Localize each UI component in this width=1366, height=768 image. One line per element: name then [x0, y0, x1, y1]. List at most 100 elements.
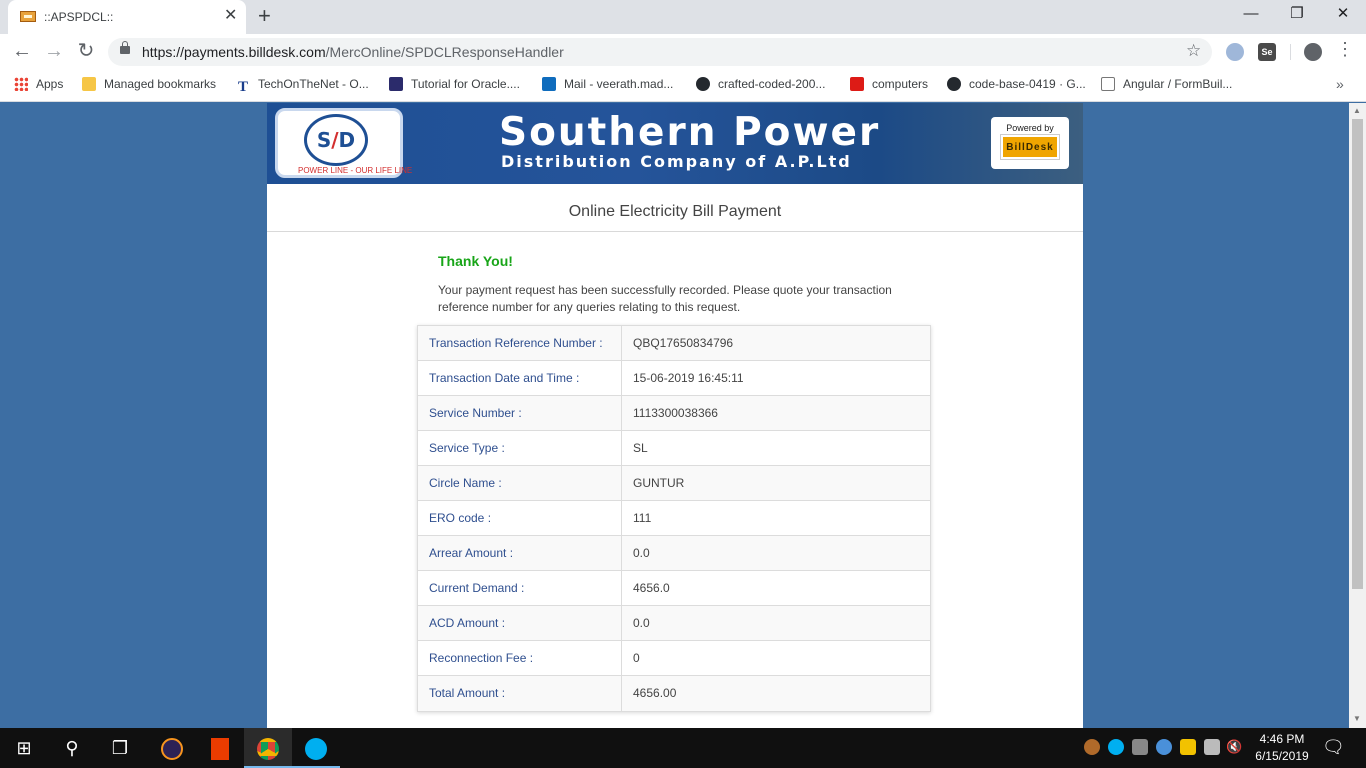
clock-date: 6/15/2019	[1255, 749, 1309, 763]
bookmark-label: Apps	[36, 77, 64, 91]
row-value: 111	[633, 511, 652, 525]
page-scrollbar[interactable]: ▲ ▼	[1349, 103, 1366, 728]
page-title: Online Electricity Bill Payment	[267, 184, 1083, 232]
row-label: ERO code :	[418, 501, 622, 535]
back-arrow-icon[interactable]: ←	[10, 40, 34, 62]
table-row: Transaction Date and Time : 15-06-2019 16…	[418, 361, 930, 396]
row-label: Reconnection Fee :	[418, 641, 622, 675]
table-row: Service Number : 1113300038366	[418, 396, 930, 431]
payment-page: S/D POWER LINE - OUR LIFE LINE Southern …	[267, 103, 1083, 728]
thank-you-heading: Thank You!	[438, 253, 513, 269]
windows-start-icon[interactable]: ⊞	[0, 728, 48, 768]
bookmark-managed[interactable]: Managed bookmarks	[82, 70, 216, 102]
table-row: Service Type : SL	[418, 431, 930, 466]
tray-app-icon[interactable]	[1084, 739, 1100, 755]
play-icon	[389, 77, 403, 91]
confirmation-message: Your payment request has been successful…	[438, 283, 892, 314]
selenium-extension-icon[interactable]: Se	[1258, 43, 1276, 61]
extension-icon[interactable]	[1226, 43, 1244, 61]
browser-toolbar: ← → ↻ https://payments.billdesk.com/Merc…	[0, 34, 1366, 70]
bookmark-angular-formbuilder[interactable]: Angular / FormBuil...	[1101, 70, 1232, 102]
techonthenet-icon: T	[237, 79, 248, 95]
url-host: https://payments.billdesk.com	[142, 44, 326, 60]
bookmark-apps[interactable]: Apps	[14, 70, 63, 102]
onedrive-icon[interactable]	[1132, 739, 1148, 755]
more-bookmarks-icon[interactable]: »	[1336, 76, 1344, 92]
chrome-app-icon[interactable]	[244, 728, 292, 768]
globe-icon[interactable]	[1156, 739, 1172, 755]
tab-title: ::APSPDCL::	[44, 10, 114, 24]
table-row: Transaction Reference Number : QBQ1765083…	[418, 326, 930, 361]
lock-icon	[120, 41, 130, 54]
github-icon	[947, 77, 961, 91]
row-label: Current Demand :	[418, 571, 622, 605]
table-row: ERO code : 111	[418, 501, 930, 536]
bookmark-label: TechOnTheNet - O...	[258, 77, 369, 91]
apspdcl-banner: S/D POWER LINE - OUR LIFE LINE Southern …	[267, 103, 1083, 184]
bookmarks-bar: Apps Managed bookmarks T TechOnTheNet - O…	[0, 70, 1366, 102]
bookmark-label: Managed bookmarks	[104, 77, 217, 91]
bookmark-label: Mail - veerath.mad...	[564, 77, 674, 91]
bookmark-mail[interactable]: Mail - veerath.mad...	[542, 70, 673, 102]
tab-close-icon[interactable]: ✕	[224, 7, 237, 25]
row-value: QBQ17650834796	[633, 336, 734, 350]
new-tab-button[interactable]: +	[258, 4, 271, 28]
row-label: Service Type :	[418, 431, 622, 465]
bookmark-crafted-coded[interactable]: crafted-coded-200...	[696, 70, 825, 102]
eclipse-app-icon[interactable]	[148, 728, 196, 768]
skype-tray-icon[interactable]	[1108, 739, 1124, 755]
logo-tagline: POWER LINE - OUR LIFE LINE	[298, 166, 413, 175]
window-close-icon[interactable]: ✕	[1320, 4, 1366, 24]
scrollbar-thumb[interactable]	[1352, 119, 1363, 589]
row-label: Transaction Reference Number :	[418, 326, 622, 360]
row-label: Total Amount :	[418, 676, 622, 711]
scroll-down-icon[interactable]: ▼	[1353, 714, 1361, 723]
minimize-icon[interactable]: —	[1228, 4, 1274, 24]
logo-emblem-icon: S/D	[304, 114, 368, 166]
bookmark-label: code-base-0419 · G...	[969, 77, 1086, 91]
volume-muted-icon[interactable]: 🔇	[1226, 739, 1242, 755]
bookmark-label: crafted-coded-200...	[718, 77, 826, 91]
skype-app-icon[interactable]	[292, 728, 340, 768]
search-icon[interactable]: ⚲	[48, 728, 96, 768]
profile-avatar-icon[interactable]	[1304, 43, 1322, 61]
site-favicon-icon	[20, 11, 36, 22]
network-icon[interactable]	[1204, 739, 1220, 755]
bookmark-label: Tutorial for Oracle....	[411, 77, 520, 91]
powered-by-label: Powered by	[1006, 123, 1054, 133]
bookmark-computers[interactable]: computers	[850, 70, 928, 102]
row-value: 4656.0	[633, 581, 670, 595]
folder-icon	[82, 77, 96, 91]
windows-taskbar: ⊞ ⚲ ❐ 🔇 4:46 PM 6/15/2019 🗨	[0, 728, 1366, 768]
browser-tab[interactable]: ::APSPDCL:: ✕	[8, 0, 246, 34]
row-value: SL	[633, 441, 648, 455]
url-text[interactable]: https://payments.billdesk.com/MercOnline…	[142, 44, 564, 60]
logo-letters: S/D	[317, 128, 355, 152]
row-label: Transaction Date and Time :	[418, 361, 622, 395]
bookmark-code-base[interactable]: code-base-0419 · G...	[947, 70, 1086, 102]
spdcl-logo: S/D POWER LINE - OUR LIFE LINE	[275, 108, 412, 178]
bookmark-techonthenet[interactable]: T TechOnTheNet - O...	[236, 70, 369, 102]
table-row: Arrear Amount : 0.0	[418, 536, 930, 571]
address-bar[interactable]: https://payments.billdesk.com/MercOnline…	[108, 38, 1212, 66]
row-value: 0.0	[633, 616, 650, 630]
reload-icon[interactable]: ↻	[74, 40, 98, 62]
scroll-up-icon[interactable]: ▲	[1353, 106, 1361, 115]
kebab-menu-icon[interactable]: ⋮	[1336, 39, 1354, 60]
table-row: Circle Name : GUNTUR	[418, 466, 930, 501]
system-clock[interactable]: 4:46 PM 6/15/2019	[1252, 731, 1312, 765]
company-title: Southern Power	[499, 110, 881, 155]
restore-icon[interactable]: ❐	[1274, 4, 1320, 24]
security-shield-icon[interactable]	[1180, 739, 1196, 755]
forward-arrow-icon[interactable]: →	[42, 40, 66, 62]
office-app-icon[interactable]	[196, 728, 244, 768]
bookmark-oracle-tutorial[interactable]: Tutorial for Oracle....	[389, 70, 520, 102]
row-label: Service Number :	[418, 396, 622, 430]
logo-letter-s: S	[316, 128, 332, 152]
notifications-icon[interactable]: 🗨	[1322, 737, 1345, 758]
logo-letter-d: D	[338, 128, 356, 152]
task-view-icon[interactable]: ❐	[96, 728, 144, 768]
bookmark-label: computers	[872, 77, 929, 91]
bookmark-star-icon[interactable]: ☆	[1186, 41, 1201, 61]
row-label: Circle Name :	[418, 466, 622, 500]
